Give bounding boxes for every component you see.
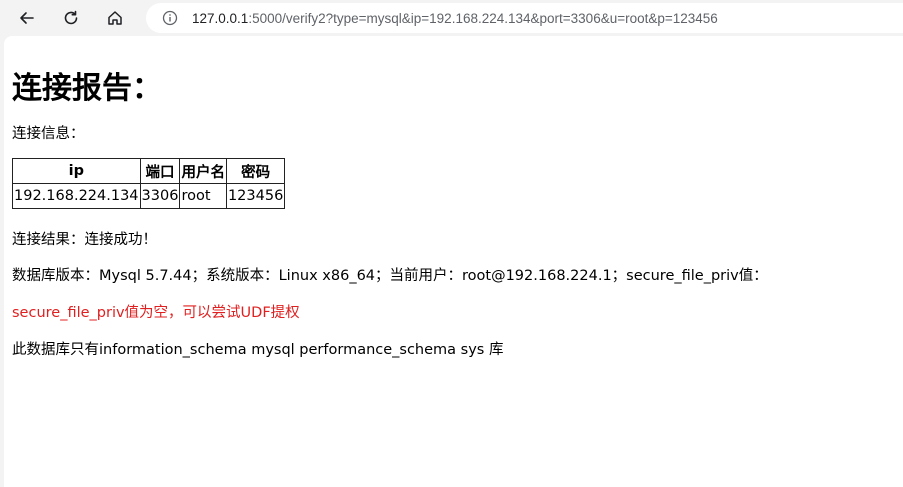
cell-password: 123456 <box>225 183 286 209</box>
table-header-row: ip 端口 用户名 密码 <box>12 158 286 184</box>
page-viewport: 连接报告： 连接信息： ip 端口 用户名 密码 192.168.224.134… <box>4 36 903 487</box>
url-host: 127.0.0.1 <box>192 10 249 26</box>
home-button[interactable] <box>101 4 129 32</box>
back-button[interactable] <box>13 4 41 32</box>
table-row: 192.168.224.134 3306 root 123456 <box>12 183 286 209</box>
header-password: 密码 <box>225 158 286 184</box>
database-list: 此数据库只有information_schema mysql performan… <box>12 342 504 358</box>
url-text[interactable]: 127.0.0.1 :5000/verify2?type=mysql&ip=19… <box>192 11 718 26</box>
site-info-icon[interactable] <box>162 10 178 26</box>
cell-port: 3306 <box>139 183 181 209</box>
cell-ip: 192.168.224.134 <box>12 183 141 209</box>
address-bar[interactable]: 127.0.0.1 :5000/verify2?type=mysql&ip=19… <box>146 3 903 33</box>
reload-icon <box>64 10 78 25</box>
header-username: 用户名 <box>179 158 227 184</box>
reload-button[interactable] <box>57 4 85 32</box>
connection-result: 连接结果：连接成功！ <box>12 232 157 248</box>
page-title: 连接报告： <box>12 71 162 106</box>
cell-username: root <box>179 183 227 209</box>
home-icon <box>108 11 122 25</box>
secure-file-priv-message: secure_file_priv值为空，可以尝试UDF提权 <box>12 305 300 321</box>
back-arrow-icon <box>20 12 34 24</box>
url-path: :5000/verify2?type=mysql&ip=192.168.224.… <box>248 10 718 26</box>
version-info: 数据库版本：Mysql 5.7.44；系统版本：Linux x86_64；当前用… <box>12 268 768 284</box>
header-ip: ip <box>12 158 141 184</box>
connection-info-label: 连接信息： <box>12 126 85 142</box>
browser-toolbar: 127.0.0.1 :5000/verify2?type=mysql&ip=19… <box>0 0 903 36</box>
header-port: 端口 <box>139 158 181 184</box>
connection-table: ip 端口 用户名 密码 192.168.224.134 3306 root 1… <box>12 158 286 209</box>
